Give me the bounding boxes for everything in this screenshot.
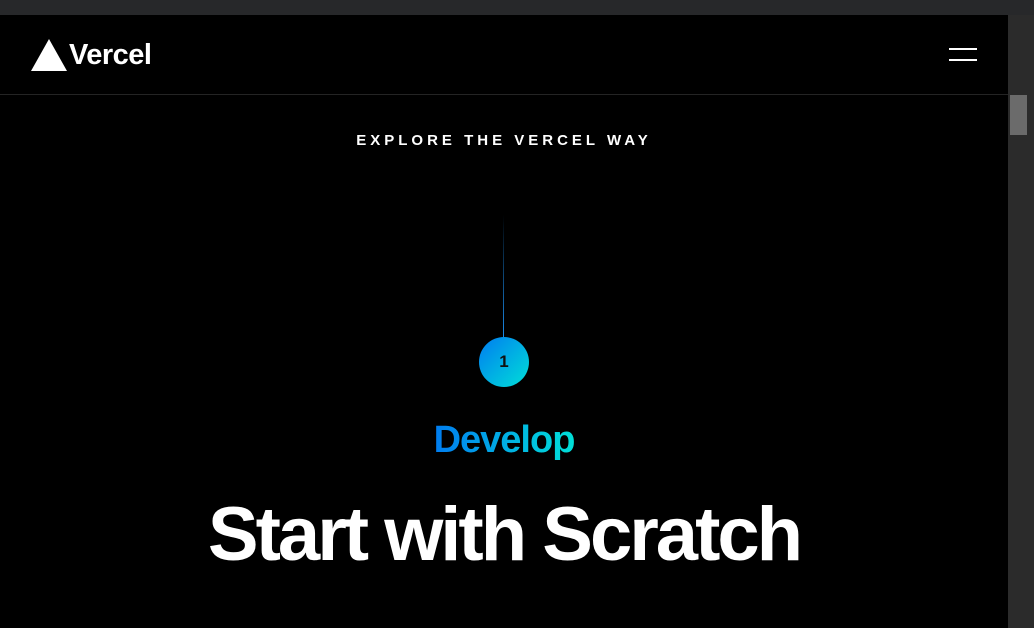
vercel-logo-link[interactable]: Vercel <box>31 37 152 73</box>
brand-name: Vercel <box>69 39 152 71</box>
navbar: Vercel <box>0 15 1008 95</box>
step-label-text: Develop <box>433 419 576 461</box>
hamburger-menu-button[interactable] <box>945 45 981 65</box>
vertical-scrollbar[interactable] <box>1008 15 1034 628</box>
hamburger-menu-icon-line <box>949 59 977 61</box>
triangle-icon <box>31 39 67 71</box>
hero-headline: Start with Scratch <box>207 492 803 577</box>
section-eyebrow: EXPLORE THE VERCEL WAY <box>356 132 652 149</box>
page: Vercel EXPLORE THE VERCEL WAY 1 Develop … <box>0 15 1008 628</box>
step-number-badge: 1 <box>479 337 529 387</box>
scrollbar-thumb[interactable] <box>1010 95 1027 135</box>
browser-top-bar <box>0 0 1034 15</box>
hamburger-menu-icon <box>949 48 977 50</box>
step-connector-line <box>503 215 504 340</box>
step-label: Develop <box>0 419 1008 462</box>
